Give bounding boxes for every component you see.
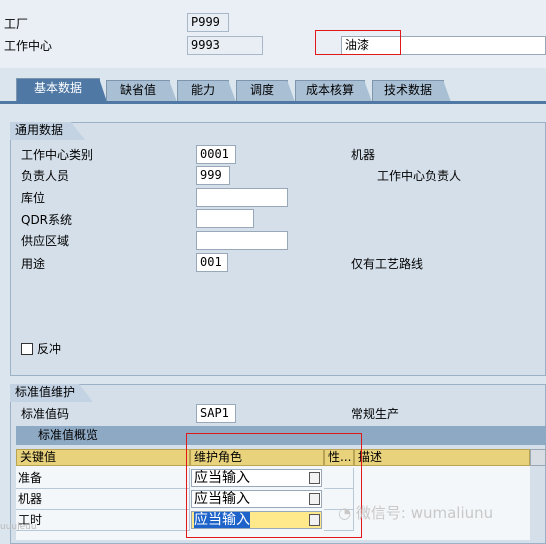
qdr-field[interactable] (196, 209, 254, 228)
role-field-0[interactable]: 应当输入 (191, 469, 322, 487)
watermark-small: uuujeuu (0, 522, 37, 532)
tab-default-values[interactable]: 缺省值 (106, 80, 177, 102)
value-help-icon[interactable] (309, 493, 320, 505)
standard-key-label: 标准值码 (21, 407, 70, 421)
overview-table-title: 标准值概览 (16, 426, 546, 445)
location-field[interactable] (196, 188, 288, 207)
standard-key-field[interactable]: SAP1 (196, 404, 236, 423)
watermark: ◔ 微信号: wumaliunu (338, 504, 494, 522)
role-field-2[interactable]: 应当输入 (191, 511, 322, 529)
tab-capacity[interactable]: 能力 (177, 80, 236, 102)
supply-area-label: 供应区域 (21, 234, 70, 248)
plant-field: P999 (187, 13, 229, 32)
column-header-attr[interactable]: 性... (324, 449, 354, 466)
value-help-icon[interactable] (309, 472, 320, 484)
workcenter-label: 工作中心 (4, 39, 53, 53)
backflush-label: 反冲 (37, 342, 62, 356)
supply-area-field[interactable] (196, 231, 288, 250)
category-label: 工作中心类别 (21, 148, 94, 162)
category-desc: 机器 (351, 148, 376, 162)
table-row-attr (324, 468, 354, 489)
table-settings-icon[interactable] (530, 449, 546, 466)
location-label: 库位 (21, 191, 46, 205)
standard-value-title: 标准值维护 (10, 384, 93, 402)
tab-underline (0, 101, 546, 104)
person-desc: 工作中心负责人 (377, 169, 462, 183)
backflush-checkbox[interactable] (21, 343, 33, 355)
standard-key-desc: 常规生产 (351, 407, 400, 421)
value-help-icon[interactable] (309, 514, 320, 526)
person-field[interactable]: 999 (196, 166, 230, 185)
usage-desc: 仅有工艺路线 (351, 257, 424, 271)
plant-label: 工厂 (4, 17, 29, 31)
tab-technical-data[interactable]: 技术数据 (372, 80, 451, 102)
column-header-role[interactable]: 维护角色 (190, 449, 324, 466)
tab-strip: 基本数据 缺省值 能力 调度 成本核算 技术数据 (0, 78, 546, 102)
header-area: 工厂 P999 工作中心 9993 油漆 (0, 0, 546, 68)
tab-scheduling[interactable]: 调度 (236, 80, 295, 102)
workcenter-desc-field[interactable]: 油漆 (341, 36, 546, 55)
role-field-1[interactable]: 应当输入 (191, 490, 322, 508)
table-row-key: 准备 (16, 468, 190, 489)
column-header-key[interactable]: 关键值 (16, 449, 190, 466)
category-field[interactable]: 0001 (196, 145, 236, 164)
table-row-key: 工时 (16, 510, 190, 531)
qdr-label: QDR系统 (21, 213, 73, 227)
tab-costing[interactable]: 成本核算 (295, 80, 372, 102)
usage-field[interactable]: 001 (196, 253, 228, 272)
wechat-icon: ◔ (338, 504, 352, 522)
general-data-title: 通用数据 (10, 122, 85, 140)
person-label: 负责人员 (21, 169, 70, 183)
workcenter-field: 9993 (187, 36, 263, 55)
tab-basic-data[interactable]: 基本数据 (16, 78, 107, 102)
usage-label: 用途 (21, 257, 46, 271)
table-row-key: 机器 (16, 489, 190, 510)
column-header-desc[interactable]: 描述 (354, 449, 530, 466)
